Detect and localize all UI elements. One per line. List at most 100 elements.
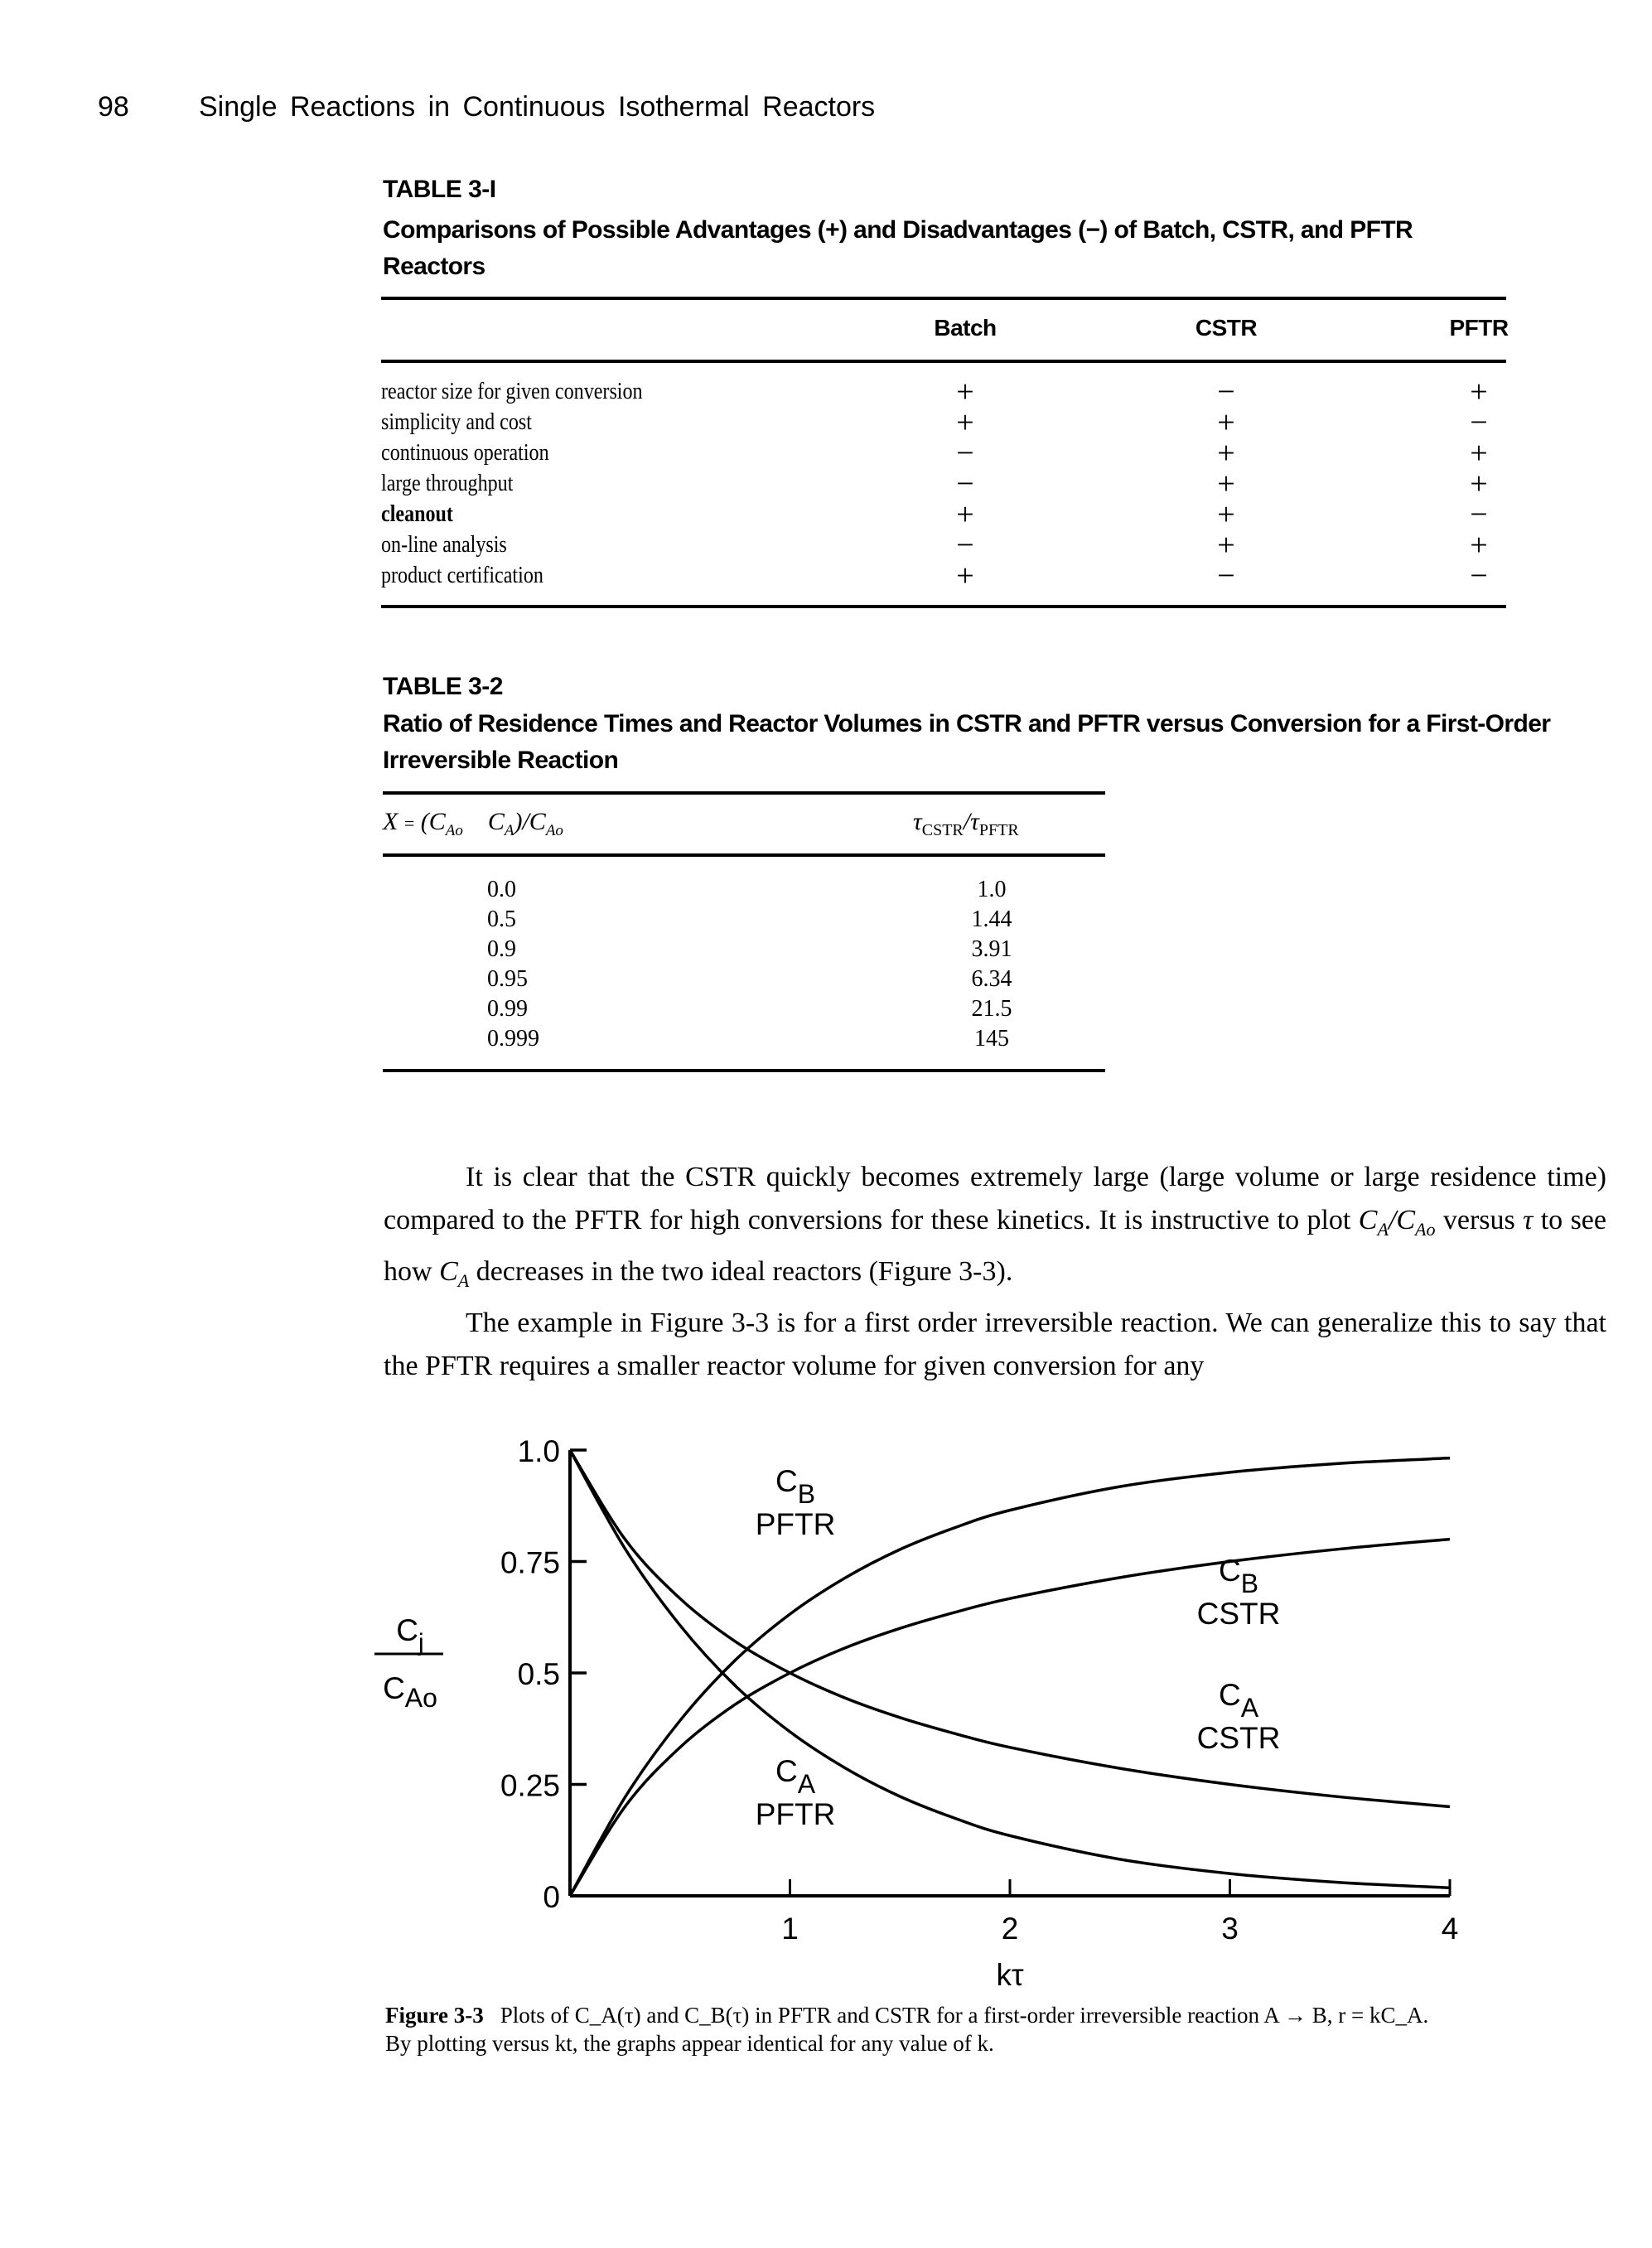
row-label: product certification [381, 563, 543, 588]
series-line-c-a-pftr [568, 1449, 1451, 1890]
curve-label-reactor: PFTR [756, 1507, 836, 1541]
curve-label-symbol: CB [1219, 1554, 1258, 1598]
cell-pftr: − [1470, 558, 1488, 593]
curve-label-c: C [775, 1754, 798, 1788]
series-line-c-b-pftr [568, 1456, 1451, 1897]
curve-label-reactor: CSTR [1197, 1721, 1281, 1755]
cell-batch: + [956, 497, 974, 532]
paragraph-2: The example in Figure 3-3 is for a first… [384, 1308, 1606, 1381]
curve-label-symbol: CA [775, 1754, 816, 1799]
table-row: product certification + − − [381, 559, 1506, 593]
figure-3-3: 0 0.25 0.5 0.75 1.0 1 2 3 4 kτ Cj CAo CA PFTR CB PFTR CA… [331, 1409, 1508, 2005]
cell-pftr: + [1470, 375, 1488, 409]
body-text: It is clear that the CSTR quickly become… [384, 1156, 1606, 1387]
curve-label-subscript: A [798, 1769, 816, 1799]
paragraph-1: It is clear that the CSTR quickly become… [384, 1162, 1606, 1291]
table-row: on-line analysis − + + [381, 528, 1506, 563]
x-tick-label: 1 [781, 1912, 799, 1946]
curve-label-subscript: B [1241, 1569, 1258, 1598]
column-header-ratio: τCSTR/τPFTR [913, 808, 1019, 839]
running-title: Single Reactions in Continuous Isotherma… [199, 91, 876, 123]
curve-label-c: C [1219, 1554, 1241, 1588]
row-label: continuous operation [381, 440, 549, 466]
row-label: simplicity and cost [381, 409, 532, 435]
cell-conversion: 0.99 [487, 996, 528, 1022]
cell-pftr: − [1470, 497, 1488, 532]
table-row: 0.0 1.0 [383, 877, 1105, 906]
table-3-2-top-rule [383, 791, 1105, 795]
row-label: on-line analysis [381, 532, 507, 558]
row-label: cleanout [381, 501, 453, 527]
chart: 00.250.50.751.01 2 3 4kτCjCAoCAPFTRCBPFTRCA… [374, 1434, 1459, 1992]
cell-batch: − [956, 436, 974, 471]
cell-conversion: 0.5 [487, 906, 516, 932]
cell-batch: + [956, 375, 974, 409]
cell-pftr: + [1470, 436, 1488, 471]
cell-ratio: 145 [974, 1026, 1009, 1051]
cell-cstr: + [1217, 436, 1235, 471]
cell-batch: − [956, 528, 974, 563]
cell-ratio: 1.0 [977, 877, 1007, 902]
table-row: continuous operation − + + [381, 436, 1506, 471]
curve-label-symbol: CA [1219, 1678, 1259, 1723]
row-label: large throughput [381, 471, 514, 496]
math-ca-over-cao: CA/CAo [1358, 1204, 1436, 1240]
table-row: reactor size for given conversion + − + [381, 375, 1506, 409]
cell-cstr: − [1217, 558, 1235, 593]
y-tick-label: 0 [543, 1880, 560, 1914]
cell-batch: − [956, 467, 974, 501]
table-3-2-bottom-rule [383, 1069, 1105, 1072]
cell-ratio: 21.5 [971, 996, 1012, 1022]
table-3-2-title: Ratio of Residence Times and Reactor Vol… [383, 710, 1551, 774]
cell-ratio: 3.91 [971, 936, 1012, 962]
cell-batch: + [956, 405, 974, 440]
figure-caption: Figure 3-3 Plots of C_A(τ) and C_B(τ) in … [385, 2001, 1611, 2057]
cell-pftr: + [1470, 467, 1488, 501]
curve-label-reactor: PFTR [756, 1797, 836, 1831]
y-axis-label-denominator: CAo [383, 1671, 437, 1713]
caption-text-2: By plotting versus kt, the graphs appear… [385, 2031, 994, 2056]
cell-conversion: 0.95 [487, 966, 528, 992]
page-number: 98 [98, 91, 129, 123]
cell-ratio: 6.34 [971, 966, 1012, 992]
table-3-1-title: Comparisons of Possible Advantages (+) a… [383, 216, 1413, 280]
cell-cstr: + [1217, 405, 1235, 440]
cell-batch: + [956, 558, 974, 593]
column-header-cstr: CSTR [1195, 315, 1258, 341]
table-row: 0.95 6.34 [383, 966, 1105, 996]
table-row: 0.5 1.44 [383, 906, 1105, 936]
caption-label: Figure 3-3 [385, 2003, 484, 2028]
table-3-2-header: X = (CAo CA)/CAo τCSTR/τPFTR [383, 808, 1105, 844]
curve-label-c: C [775, 1464, 798, 1498]
cell-cstr: + [1217, 528, 1235, 563]
y-tick-label: 1.0 [518, 1434, 560, 1468]
table-row: large throughput − + + [381, 467, 1506, 501]
cell-pftr: + [1470, 528, 1488, 563]
table-3-1-header-rule [381, 360, 1506, 363]
table-3-1-label: TABLE 3-I [383, 176, 496, 203]
table-row: 0.999 145 [383, 1026, 1105, 1056]
table-row: 0.99 21.5 [383, 996, 1105, 1026]
cell-ratio: 1.44 [971, 906, 1012, 932]
x-tick-label: 3 [1221, 1912, 1239, 1946]
y-tick-label: 0.25 [500, 1769, 560, 1803]
row-label: reactor size for given conversion [381, 379, 643, 404]
series-line-c-b-cstr [568, 1537, 1451, 1897]
column-header-pftr: PFTR [1449, 315, 1509, 341]
curve-label-reactor: CSTR [1197, 1597, 1281, 1631]
x-tick-label: 4 [1442, 1912, 1459, 1946]
series-line-c-a-cstr [568, 1449, 1451, 1809]
x-axis-label: kτ [996, 1958, 1024, 1992]
cell-conversion: 0.0 [487, 877, 516, 902]
table-row: cleanout + + − [381, 497, 1506, 532]
y-tick-label: 0.75 [500, 1546, 560, 1580]
column-header-conversion: X = (CAo CA)/CAo [383, 808, 563, 839]
running-header: 98 Single Reactions in Continuous Isother… [98, 91, 875, 123]
cell-cstr: + [1217, 497, 1235, 532]
cell-pftr: − [1470, 405, 1488, 440]
cell-cstr: + [1217, 467, 1235, 501]
table-row: 0.9 3.91 [383, 936, 1105, 966]
math-ca: CA [439, 1255, 470, 1291]
curve-label-c: C [1219, 1678, 1241, 1712]
table-row: simplicity and cost + + − [381, 405, 1506, 440]
